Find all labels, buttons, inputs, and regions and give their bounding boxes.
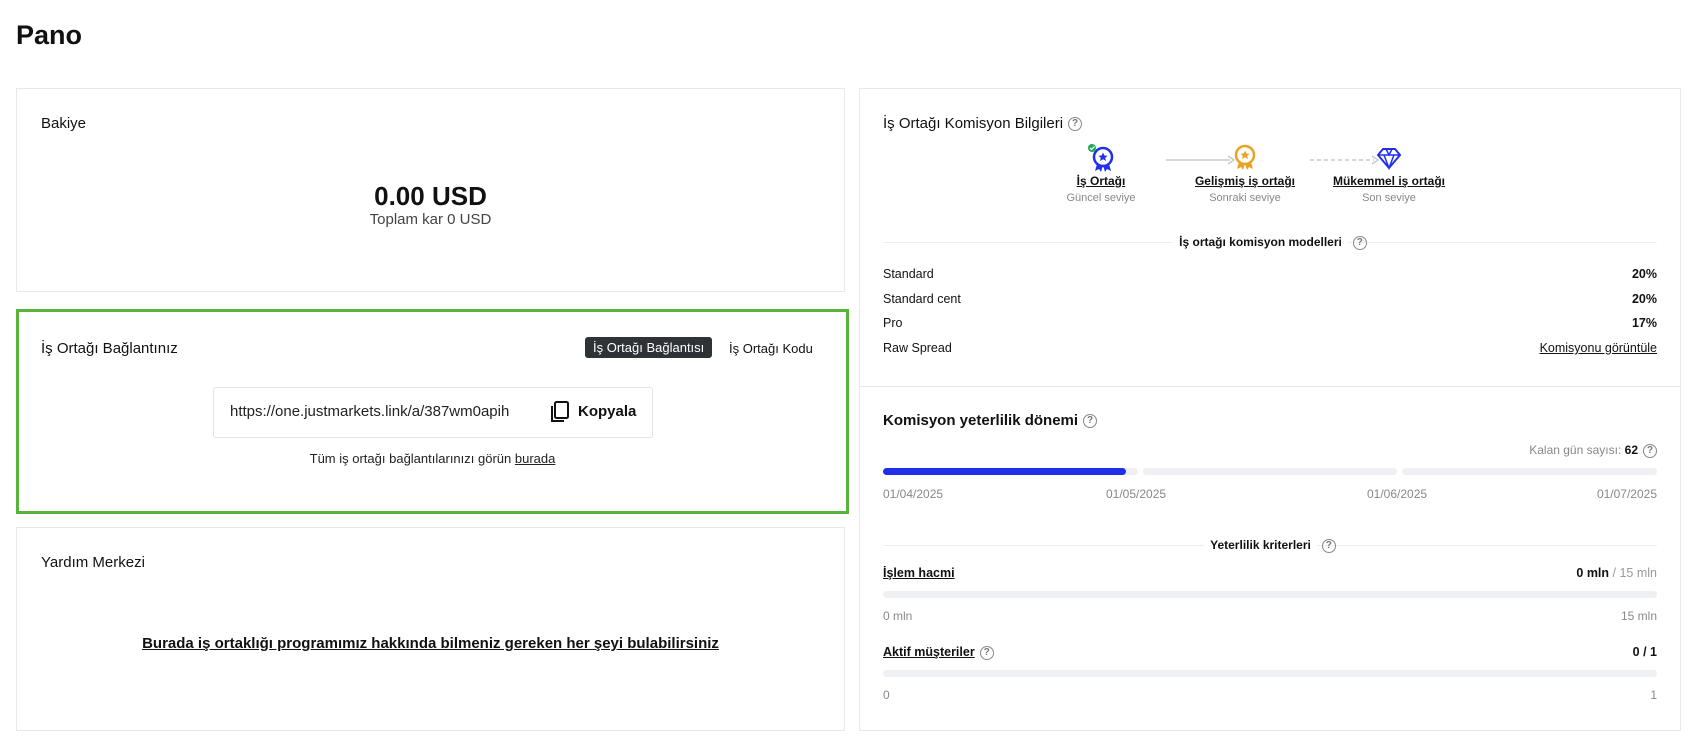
partner-link-card: İş Ortağı Bağlantınız İş Ortağı Bağlantı…	[16, 309, 849, 514]
help-center-card: Yardım Merkezi Burada iş ortaklığı progr…	[16, 527, 845, 731]
qualification-title: Komisyon yeterlilik dönemi?	[883, 412, 1098, 429]
copy-icon[interactable]	[549, 400, 571, 424]
help-icon[interactable]: ?	[1083, 414, 1098, 429]
all-links-text: Tüm iş ortağı bağlantılarınızı görün	[309, 451, 512, 466]
period-segment	[883, 468, 1139, 475]
volume-target: / 15 mln	[1612, 566, 1657, 580]
commission-models-label: İş ortağı komisyon modelleri	[1173, 235, 1348, 249]
help-center-title: Yardım Merkezi	[41, 554, 145, 571]
level-name[interactable]: Gelişmiş iş ortağı	[1175, 174, 1315, 188]
help-icon[interactable]: ?	[1068, 117, 1083, 132]
period-progress-fill	[883, 468, 1126, 475]
model-name: Standard	[883, 267, 934, 281]
help-icon[interactable]: ?	[979, 645, 994, 660]
tab-partner-code[interactable]: İş Ortağı Kodu	[729, 341, 813, 356]
copy-button[interactable]: Kopyala	[578, 403, 636, 420]
diamond-icon	[1376, 148, 1402, 171]
balance-card: Bakiye 0.00 USD Toplam kar 0 USD	[16, 88, 845, 292]
days-left-value: 62	[1624, 443, 1638, 457]
level-partner: İş Ortağı Güncel seviye	[1031, 144, 1171, 204]
period-date: 01/06/2025	[1367, 487, 1428, 501]
criteria-title: Yeterlilik kriterleri?	[860, 538, 1680, 553]
partner-levels: İş Ortağı Güncel seviye Gelişmiş iş orta…	[860, 144, 1680, 214]
volume-max: 15 mln	[1620, 609, 1657, 623]
model-value: 17%	[1631, 316, 1657, 330]
clients-value: 0 / 1	[1632, 645, 1657, 659]
model-name: Standard cent	[883, 292, 961, 306]
level-status: Son seviye	[1362, 192, 1416, 204]
clients-max: 1	[1650, 688, 1657, 702]
help-center-link[interactable]: Burada iş ortaklığı programımız hakkında…	[17, 635, 844, 652]
level-name[interactable]: Mükemmel iş ortağı	[1319, 174, 1459, 188]
model-row: Standard cent 20%	[883, 292, 1657, 306]
clients-progress	[883, 670, 1657, 677]
volume-min: 0 mln	[883, 609, 913, 623]
clients-label-wrap: Aktif müşteriler?	[883, 645, 994, 660]
volume-current: 0 mln	[1576, 566, 1610, 580]
section-divider	[860, 386, 1680, 387]
period-segment	[1401, 468, 1657, 475]
commission-title: İş Ortağı Komisyon Bilgileri?	[883, 115, 1083, 132]
volume-value: 0 mln / 15 mln	[1576, 566, 1657, 580]
partner-link-url: https://one.justmarkets.link/a/387wm0api…	[230, 403, 510, 420]
level-name[interactable]: İş Ortağı	[1031, 174, 1171, 188]
period-date: 01/04/2025	[883, 487, 944, 501]
balance-title: Bakiye	[41, 115, 87, 132]
qualification-title-text: Komisyon yeterlilik dönemi	[883, 412, 1079, 429]
days-left-label: Kalan gün sayısı:	[1529, 443, 1622, 457]
model-row: Raw Spread Komisyonu görüntüle	[883, 341, 1657, 355]
balance-amount: 0.00 USD	[374, 181, 487, 211]
tab-partner-link[interactable]: İş Ortağı Bağlantısı	[585, 337, 713, 358]
partner-link-field[interactable]: https://one.justmarkets.link/a/387wm0api…	[213, 387, 653, 438]
model-row: Standard 20%	[883, 267, 1657, 281]
level-excellent-partner: Mükemmel iş ortağı Son seviye	[1319, 144, 1459, 204]
level-status: Sonraki seviye	[1209, 192, 1281, 204]
help-icon[interactable]: ?	[1643, 443, 1657, 458]
level-advanced-partner: Gelişmiş iş ortağı Sonraki seviye	[1175, 144, 1315, 204]
days-left: Kalan gün sayısı: 62?	[1529, 443, 1657, 458]
criteria-title-label: Yeterlilik kriterleri	[1204, 538, 1317, 552]
period-progress	[883, 468, 1657, 475]
period-date: 01/07/2025	[1596, 487, 1657, 501]
commission-title-text: İş Ortağı Komisyon Bilgileri	[883, 115, 1064, 132]
help-icon[interactable]: ?	[1352, 235, 1367, 250]
volume-label[interactable]: İşlem hacmi	[883, 566, 955, 580]
help-icon[interactable]: ?	[1321, 538, 1336, 553]
clients-row: Aktif müşteriler? 0 / 1	[883, 645, 1657, 660]
partner-link-title: İş Ortağı Bağlantınız	[41, 340, 178, 357]
model-name: Pro	[883, 316, 903, 330]
clients-label[interactable]: Aktif müşteriler	[883, 645, 975, 659]
commission-models-title: İş ortağı komisyon modelleri?	[860, 235, 1680, 250]
model-value: 20%	[1631, 292, 1657, 306]
volume-row: İşlem hacmi 0 mln / 15 mln	[883, 566, 1657, 580]
medal-icon	[1234, 144, 1256, 170]
clients-min: 0	[883, 688, 890, 702]
level-status: Güncel seviye	[1066, 192, 1136, 204]
all-links-link[interactable]: burada	[515, 451, 555, 466]
period-date: 01/05/2025	[1106, 487, 1167, 501]
period-segment	[1143, 468, 1397, 475]
commission-panel: İş Ortağı Komisyon Bilgileri? İş Ortağı …	[859, 88, 1681, 731]
model-value: 20%	[1631, 267, 1657, 281]
page-title: Pano	[16, 20, 83, 50]
model-name: Raw Spread	[883, 341, 952, 355]
model-row: Pro 17%	[883, 316, 1657, 330]
view-commission-link[interactable]: Komisyonu görüntüle	[1540, 341, 1657, 355]
medal-icon	[1088, 144, 1114, 172]
total-profit: Toplam kar 0 USD	[369, 211, 492, 228]
volume-progress	[883, 591, 1657, 598]
all-links-note: Tüm iş ortağı bağlantılarınızı görün bur…	[19, 451, 846, 466]
